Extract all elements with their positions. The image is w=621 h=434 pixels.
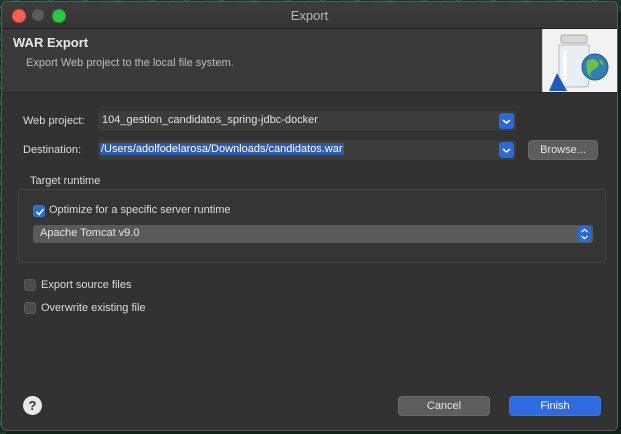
banner-description: Export Web project to the local file sys… — [26, 57, 234, 69]
destination-combo[interactable]: /Users/adolfodelarosa/Downloads/candidat… — [98, 140, 516, 160]
web-project-label: Web project: — [23, 115, 85, 127]
export-source-label: Export source files — [41, 279, 132, 291]
destination-value[interactable]: /Users/adolfodelarosa/Downloads/candidat… — [100, 143, 344, 155]
help-icon[interactable]: ? — [23, 396, 42, 415]
browse-button[interactable]: Browse... — [528, 140, 598, 160]
overwrite-existing-checkbox[interactable] — [24, 302, 36, 314]
web-project-combo[interactable]: 104_gestion_candidatos_spring-jdbc-docke… — [98, 111, 516, 131]
jar-globe-icon — [542, 29, 617, 92]
chevron-down-icon[interactable] — [499, 113, 514, 129]
optimize-runtime-label: Optimize for a specific server runtime — [49, 204, 231, 216]
web-project-value: 104_gestion_candidatos_spring-jdbc-docke… — [102, 114, 318, 126]
export-dialog: Export WAR Export Export Web project to … — [1, 1, 618, 431]
finish-button[interactable]: Finish — [509, 396, 601, 416]
chevron-down-icon[interactable] — [499, 142, 514, 158]
export-source-checkbox[interactable] — [24, 279, 36, 291]
banner-title: WAR Export — [13, 35, 89, 50]
wizard-banner: WAR Export Export Web project to the loc… — [2, 29, 617, 93]
destination-label: Destination: — [23, 144, 82, 156]
window-title: Export — [290, 8, 329, 23]
cancel-button[interactable]: Cancel — [398, 396, 490, 416]
title-bar: Export — [2, 2, 617, 29]
server-runtime-select[interactable]: Apache Tomcat v9.0 — [33, 225, 593, 243]
wizard-content: Web project: 104_gestion_candidatos_spri… — [2, 93, 617, 430]
target-runtime-label: Target runtime — [30, 175, 101, 187]
updown-chevron-icon — [578, 226, 591, 242]
overwrite-existing-label: Overwrite existing file — [41, 302, 146, 314]
optimize-runtime-checkbox[interactable] — [33, 205, 45, 217]
server-runtime-value: Apache Tomcat v9.0 — [40, 227, 140, 239]
